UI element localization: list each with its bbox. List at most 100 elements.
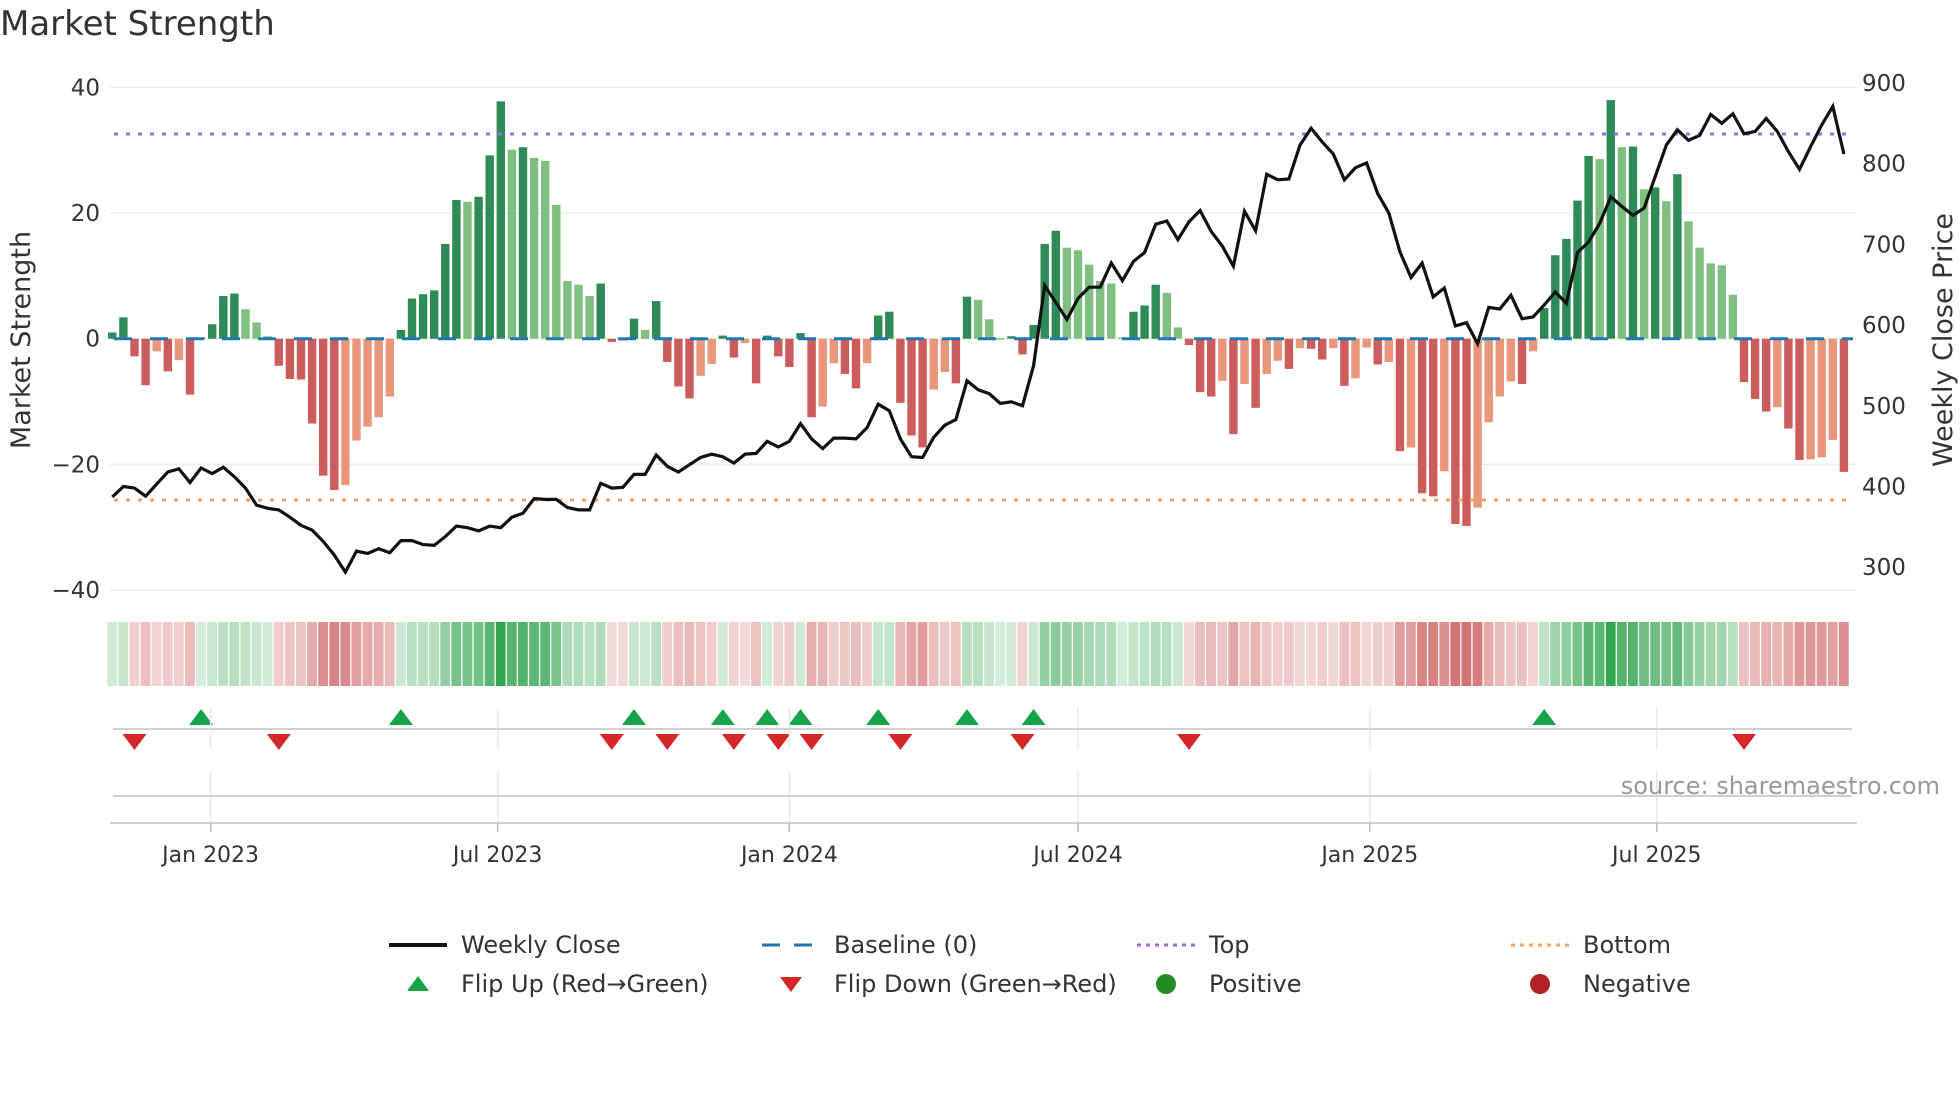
strength-bar: [862, 338, 872, 364]
x-axis: Jan 2023 Jul 2023 Jan 2024 Jul 2024 Jan 2025…: [110, 708, 1857, 868]
strength-bar: [1628, 146, 1638, 339]
strength-bar: [307, 338, 317, 424]
strength-bar: [785, 338, 794, 368]
legend-item-baseline[interactable]: Baseline (0): [762, 927, 977, 963]
heat-cell: [1361, 622, 1372, 686]
heat-cell: [640, 622, 650, 686]
strength-bar: [1351, 338, 1360, 379]
heat-cell: [1417, 622, 1427, 686]
strength-bar: [1140, 305, 1149, 339]
heat-cell: [1017, 622, 1028, 686]
strength-bar: [629, 318, 639, 339]
heat-cell: [817, 622, 828, 686]
strength-bar: [1306, 338, 1316, 349]
strength-bar: [729, 338, 739, 358]
flip-down-marker: [1177, 734, 1201, 750]
strength-bar: [1506, 338, 1516, 382]
heat-cell: [1184, 622, 1194, 686]
heat-cell: [173, 622, 184, 686]
strength-bar: [1595, 159, 1604, 339]
strength-bar: [563, 280, 572, 339]
heat-cell: [1228, 622, 1239, 686]
x-tick-label: Jan 2024: [739, 843, 838, 868]
flip-down-marker: [599, 734, 624, 750]
legend-item-flip-up[interactable]: Flip Up (Red→Green): [389, 966, 709, 1002]
strength-bar: [1806, 338, 1815, 460]
legend-item-top[interactable]: Top: [1137, 927, 1250, 963]
heat-cell: [1283, 622, 1294, 686]
heat-cell: [451, 622, 462, 686]
strength-bar: [1329, 338, 1338, 349]
strength-bar: [1540, 307, 1549, 339]
legend-item-flip-down[interactable]: Flip Down (Green→Red): [762, 966, 1117, 1002]
heat-cell: [362, 622, 373, 686]
flip-up-marker: [1532, 709, 1557, 725]
y-tick-label: −40: [51, 578, 100, 604]
heat-cell: [1350, 622, 1361, 686]
heat-cell: [1727, 622, 1738, 686]
heat-cell: [307, 622, 317, 686]
x-tick-label: Jan 2025: [1319, 843, 1418, 868]
flip-up-marker: [1021, 709, 1046, 725]
heat-cell: [196, 622, 206, 686]
y2-tick-label: 700: [1862, 232, 1906, 258]
legend-item-positive[interactable]: Positive: [1137, 966, 1302, 1002]
heat-cell: [218, 622, 229, 686]
heat-cell: [1827, 622, 1838, 686]
heat-cell: [1406, 622, 1416, 686]
strength-bar: [285, 338, 295, 379]
heat-cell: [351, 622, 362, 686]
y-tick-label: −20: [51, 452, 100, 478]
heat-cell: [162, 622, 173, 686]
heat-cell: [984, 622, 994, 686]
legend-item-bottom[interactable]: Bottom: [1511, 927, 1671, 963]
strength-bar: [840, 338, 850, 374]
strength-bar: [463, 201, 472, 339]
heat-cell: [906, 622, 917, 686]
heat-cell: [1838, 622, 1849, 686]
heat-cell: [717, 622, 728, 686]
heat-cell: [1383, 622, 1394, 686]
strength-bar: [807, 338, 816, 418]
heat-cell: [1106, 622, 1117, 686]
flip-down-marker: [721, 734, 746, 750]
strength-bar: [474, 196, 483, 339]
x-tick-label: Jul 2024: [1031, 843, 1123, 868]
y2-tick-label: 400: [1862, 475, 1906, 501]
strength-bar: [818, 338, 827, 407]
y2-tick-label: 900: [1862, 71, 1906, 97]
heat-cell: [950, 622, 961, 686]
heat-cell: [862, 622, 872, 686]
legend-label: Bottom: [1583, 931, 1672, 959]
heat-cell: [1317, 622, 1327, 686]
legend-item-weekly-close[interactable]: Weekly Close: [389, 927, 621, 963]
strength-bar: [985, 319, 994, 339]
heat-cell: [1328, 622, 1339, 686]
strength-bar: [1273, 338, 1282, 361]
heat-cell: [751, 622, 761, 686]
heat-cell: [384, 622, 395, 686]
legend-label: Positive: [1209, 970, 1302, 998]
strength-bar: [385, 338, 394, 397]
strength-bar: [1695, 247, 1704, 339]
heat-cell: [1006, 622, 1017, 686]
solid-line-icon: [389, 943, 447, 947]
strength-bar: [774, 338, 783, 357]
strength-bar: [185, 338, 195, 395]
legend: Weekly Close Baseline (0) Top Bottom Fli…: [0, 925, 1960, 1015]
strength-bar: [163, 338, 172, 372]
strength-bar: [585, 296, 594, 339]
legend-item-negative[interactable]: Negative: [1511, 966, 1691, 1002]
heat-cell: [1161, 622, 1172, 686]
flip-down-marker: [1010, 734, 1035, 750]
strength-bar: [230, 293, 239, 339]
flip-up-marker: [189, 709, 214, 725]
strength-heat-strip: [107, 622, 1849, 686]
heat-cell: [185, 622, 195, 686]
strength-bar: [152, 338, 161, 352]
strength-bar: [685, 338, 694, 399]
strength-bar: [663, 338, 672, 362]
heat-cell: [1172, 622, 1183, 686]
heat-cell: [462, 622, 473, 686]
y2-tick-label: 300: [1862, 555, 1906, 581]
